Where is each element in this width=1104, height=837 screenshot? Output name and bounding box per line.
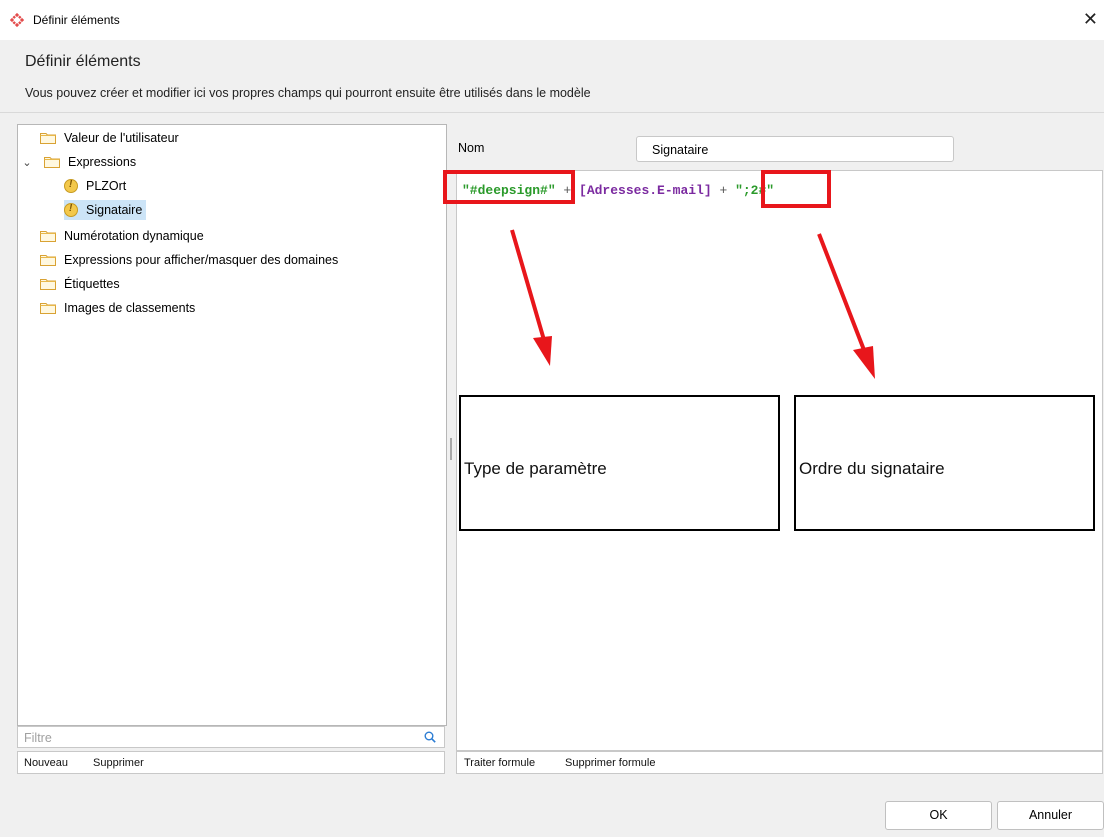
tree-item-label: Images de classements [64,301,196,315]
annotation-param-type: Type de paramètre [459,395,780,531]
name-input[interactable] [650,138,954,162]
cancel-button[interactable]: Annuler [997,801,1104,830]
chevron-down-icon[interactable]: ⌄ [22,156,32,169]
tree-item-signataire[interactable]: Signataire [64,200,147,220]
delete-formula-button[interactable]: Supprimer formule [565,757,655,769]
tree-item-label: Numérotation dynamique [64,229,204,243]
app-logo-icon [10,13,24,27]
window-title: Définir éléments [33,13,120,27]
name-label: Nom [458,141,485,155]
folder-icon [40,254,56,266]
tree-item-label: Valeur de l'utilisateur [64,131,179,145]
window-titlebar: Définir éléments ✕ [0,0,1104,40]
expression-icon [64,203,78,217]
name-field [636,136,954,162]
tree-item-ranking-images[interactable]: Images de classements [40,298,195,318]
ok-button[interactable]: OK [885,801,992,830]
close-icon[interactable]: ✕ [1083,10,1098,28]
tree-item-user-value[interactable]: Valeur de l'utilisateur [40,128,179,148]
tree-item-label: PLZOrt [86,179,127,193]
header-divider [0,112,1104,113]
tree-item-show-hide-expressions[interactable]: Expressions pour afficher/masquer des do… [40,250,338,270]
delete-button[interactable]: Supprimer [93,757,144,769]
elements-tree[interactable]: Valeur de l'utilisateur ⌄ Expressions PL… [17,124,447,726]
page-title: Définir éléments [25,53,141,70]
folder-icon [44,156,60,168]
highlight-box-param-type [443,170,575,204]
right-action-bar: Traiter formule Supprimer formule [456,751,1103,774]
tree-item-labels[interactable]: Étiquettes [40,274,120,294]
annotation-label: Ordre du signataire [799,459,945,478]
tree-item-dynamic-numbering[interactable]: Numérotation dynamique [40,226,204,246]
tree-item-label: Expressions [68,155,137,169]
filter-input[interactable] [22,728,406,748]
tree-item-label: Signataire [86,203,143,217]
folder-icon [40,132,56,144]
left-action-bar: Nouveau Supprimer [17,751,445,774]
filter-box [17,726,445,748]
panel-splitter[interactable] [450,438,452,460]
highlight-box-signer-order [761,170,831,208]
tree-item-expressions[interactable]: ⌄ Expressions [22,152,136,172]
edit-formula-button[interactable]: Traiter formule [464,757,535,769]
search-icon[interactable] [424,731,436,743]
tree-item-label: Étiquettes [64,277,120,291]
expression-icon [64,179,78,193]
tree-item-plzort[interactable]: PLZOrt [64,176,126,196]
formula-operator: + [711,183,736,198]
annotation-label: Type de paramètre [464,459,607,478]
new-button[interactable]: Nouveau [24,757,68,769]
formula-field-email: [Adresses.E-mail] [579,183,712,198]
tree-item-label: Expressions pour afficher/masquer des do… [64,253,339,267]
annotation-signer-order: Ordre du signataire [794,395,1095,531]
page-description: Vous pouvez créer et modifier ici vos pr… [25,86,591,100]
folder-icon [40,302,56,314]
folder-icon [40,230,56,242]
folder-icon [40,278,56,290]
